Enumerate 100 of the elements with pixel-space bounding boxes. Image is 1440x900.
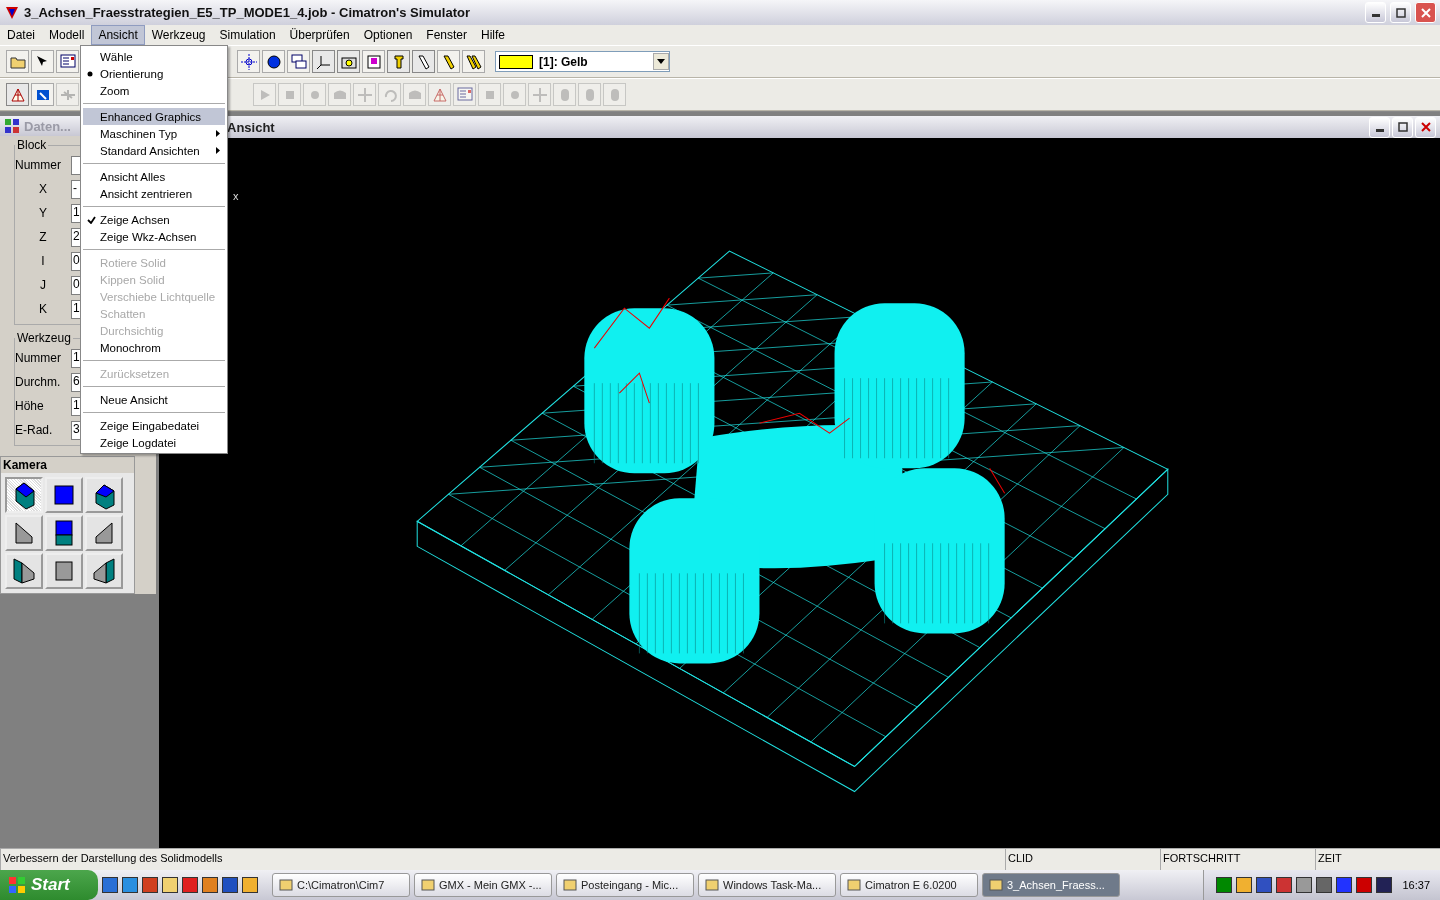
- bullet-icon: [87, 70, 93, 77]
- axes-icon: [315, 53, 332, 70]
- close-button[interactable]: [1415, 2, 1436, 23]
- tray-icon[interactable]: [1316, 877, 1333, 893]
- menu-item[interactable]: Optionen: [356, 25, 420, 45]
- view-button[interactable]: [85, 477, 123, 513]
- menu-item[interactable]: Zeige Logdatei: [83, 434, 225, 451]
- window-title: 3_Achsen_Fraesstrategien_E5_TP_MODE1_4.job - Cimatron's Simulator: [24, 5, 471, 20]
- submenu-arrow-icon: [216, 147, 220, 154]
- checkmark-icon: [87, 215, 96, 224]
- tray-icon[interactable]: [1296, 877, 1313, 893]
- view-button[interactable]: [5, 477, 43, 513]
- camera-button[interactable]: [337, 50, 360, 73]
- menu-item[interactable]: Werkzeug: [144, 25, 213, 45]
- crosshair-button[interactable]: [237, 50, 260, 73]
- menu-item[interactable]: Maschinen Typ: [83, 125, 225, 142]
- maximize-icon: [1397, 122, 1408, 132]
- axes-button[interactable]: [312, 50, 335, 73]
- mesh-button[interactable]: [6, 83, 29, 106]
- field-label: Nummer: [15, 351, 62, 365]
- cutter-button[interactable]: [412, 50, 435, 73]
- menu-item[interactable]: Neue Ansicht: [83, 391, 225, 408]
- panel-title: Daten...: [24, 118, 71, 134]
- view-button[interactable]: [85, 553, 123, 589]
- solid-button[interactable]: [31, 83, 54, 106]
- taskbar-button[interactable]: Cimatron E 6.0200: [840, 873, 978, 897]
- clock: 16:37: [1402, 879, 1430, 891]
- field-label: Y: [38, 206, 48, 220]
- app-icon: [279, 878, 293, 892]
- dropdown-arrow-button[interactable]: [653, 53, 669, 70]
- app-icon: [4, 4, 20, 21]
- close-button[interactable]: [1415, 116, 1436, 138]
- cutter-button[interactable]: [437, 50, 460, 73]
- caret-icon: [657, 59, 665, 64]
- field-label: Höhe: [15, 399, 45, 413]
- view-button[interactable]: [85, 515, 123, 551]
- tray-icon[interactable]: [1276, 877, 1293, 893]
- tray-icon[interactable]: [1216, 877, 1233, 893]
- data-table-button[interactable]: [56, 50, 79, 73]
- minimize-button[interactable]: [1369, 116, 1390, 138]
- view-button[interactable]: [5, 553, 43, 589]
- field-label: K: [38, 302, 48, 316]
- minimize-button[interactable]: [1365, 2, 1386, 23]
- tray-icon[interactable]: [1356, 877, 1373, 893]
- menu-item[interactable]: Zeige Achsen: [83, 211, 225, 228]
- stamp-button[interactable]: [362, 50, 385, 73]
- windows-button[interactable]: [287, 50, 310, 73]
- menu-item[interactable]: Modell: [42, 25, 92, 45]
- taskbar-button[interactable]: Windows Task-Ma...: [698, 873, 836, 897]
- tool-button[interactable]: [387, 50, 410, 73]
- grid-button[interactable]: [453, 83, 476, 106]
- menu-item[interactable]: Ansicht Alles: [83, 168, 225, 185]
- menu-item[interactable]: Zoom: [83, 82, 225, 99]
- menu-item[interactable]: Wähle: [83, 48, 225, 65]
- maximize-icon: [1395, 7, 1406, 18]
- menu-item[interactable]: Orientierung: [83, 65, 225, 82]
- view-button[interactable]: [45, 477, 83, 513]
- cutters-button[interactable]: [462, 50, 485, 73]
- quick-launch-icon[interactable]: [122, 877, 138, 893]
- menu-item[interactable]: Datei: [0, 25, 42, 45]
- menu-item[interactable]: Überprüfen: [282, 25, 357, 45]
- field-label: Nummer: [15, 158, 62, 172]
- disc-button[interactable]: [262, 50, 285, 73]
- menu-item[interactable]: Enhanced Graphics: [83, 108, 225, 125]
- menu-item[interactable]: Monochrom: [83, 339, 225, 356]
- field-label: E-Rad.: [15, 423, 54, 437]
- quick-launch-icon[interactable]: [202, 877, 218, 893]
- close-icon: [1420, 122, 1431, 132]
- view-button[interactable]: [5, 515, 43, 551]
- view-button[interactable]: [45, 553, 83, 589]
- quick-launch-icon[interactable]: [242, 877, 258, 893]
- taskbar-button[interactable]: C:\Cimatron\Cim7: [272, 873, 410, 897]
- maximize-button[interactable]: [1392, 116, 1413, 138]
- menu-item[interactable]: Zeige Wkz-Achsen: [83, 228, 225, 245]
- windows-icon: [290, 53, 307, 70]
- menu-item[interactable]: Fenster: [419, 25, 474, 45]
- tray-icon[interactable]: [1256, 877, 1273, 893]
- start-button[interactable]: Start: [0, 870, 98, 900]
- field-label: Durchm.: [15, 375, 62, 389]
- menu-item[interactable]: Hilfe: [474, 25, 513, 45]
- menu-item[interactable]: Standard Ansichten: [83, 142, 225, 159]
- quick-launch-icon[interactable]: [162, 877, 178, 893]
- menu-item[interactable]: Ansicht: [91, 25, 145, 45]
- maximize-button[interactable]: [1390, 2, 1411, 23]
- view-button[interactable]: [45, 515, 83, 551]
- help-pointer-button[interactable]: [31, 50, 54, 73]
- field-label: I: [40, 254, 46, 268]
- menu-item[interactable]: Simulation: [212, 25, 283, 45]
- taskbar-button[interactable]: Posteingang - Mic...: [556, 873, 694, 897]
- menu-item[interactable]: Ansicht zentrieren: [83, 185, 225, 202]
- tray-icon[interactable]: [1236, 877, 1253, 893]
- app-icon: [989, 878, 1003, 892]
- tray-icon[interactable]: [1336, 877, 1353, 893]
- taskbar-button[interactable]: 3_Achsen_Fraess...: [982, 873, 1120, 897]
- color-select[interactable]: [1]: Gelb: [495, 51, 670, 72]
- menu-item[interactable]: Zeige Eingabedatei: [83, 417, 225, 434]
- table-icon: [456, 86, 473, 103]
- taskbar-button[interactable]: GMX - Mein GMX -...: [414, 873, 552, 897]
- submenu-arrow-icon: [216, 130, 220, 137]
- tray-icon[interactable]: [1376, 877, 1393, 893]
